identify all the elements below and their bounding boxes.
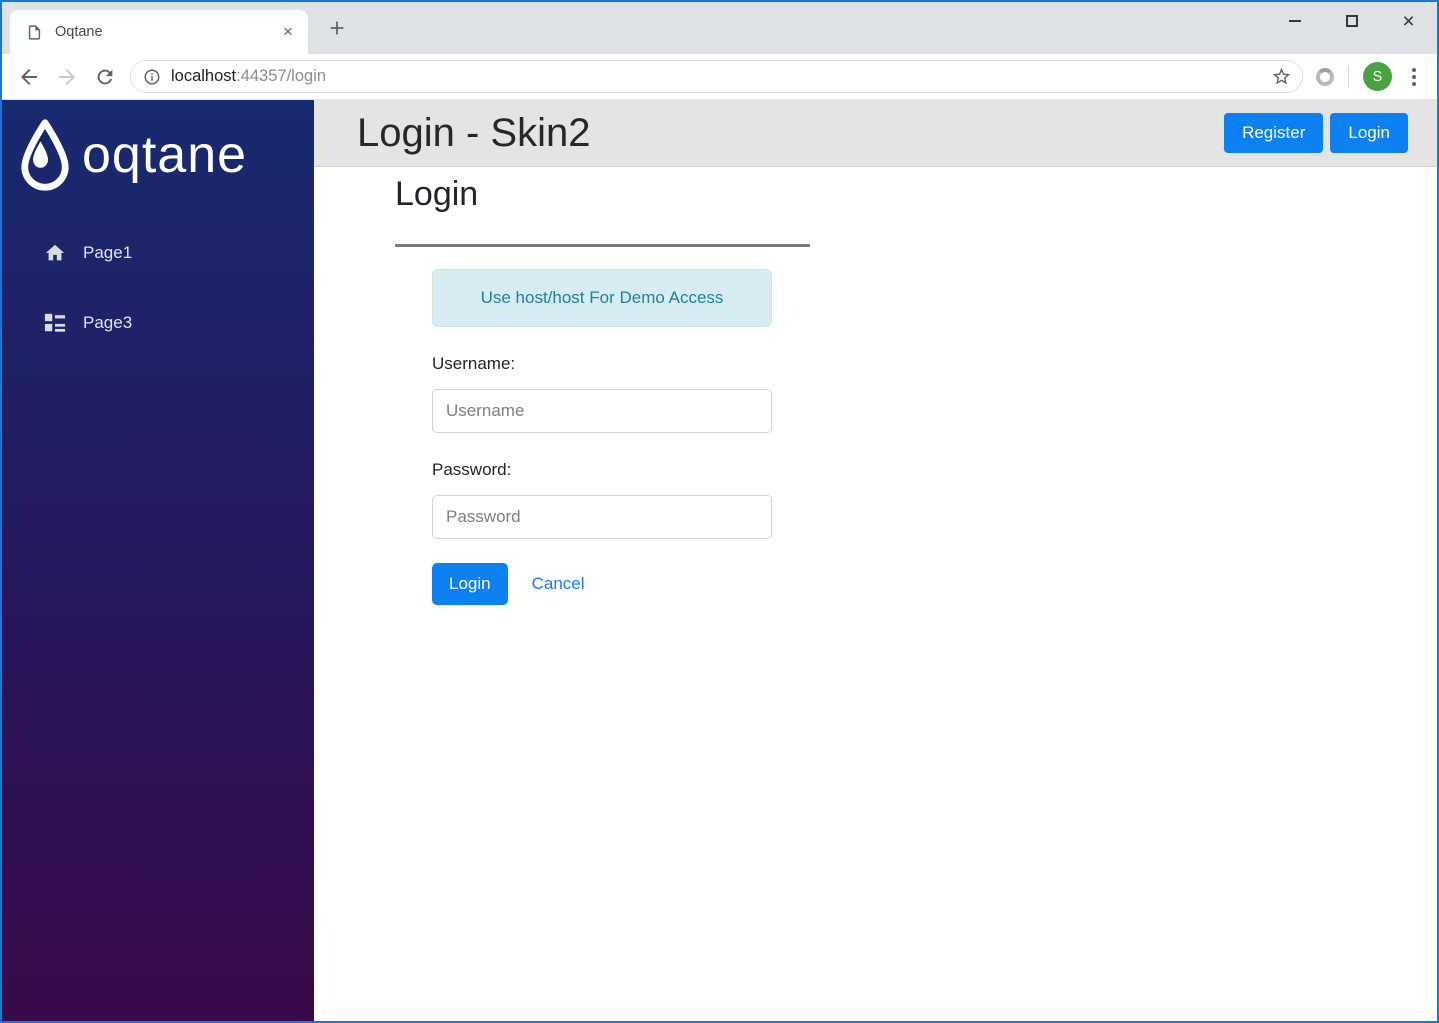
module-heading: Login — [395, 175, 479, 213]
register-button[interactable]: Register — [1224, 113, 1324, 153]
form-actions: Login Cancel — [432, 563, 772, 605]
back-icon — [21, 68, 37, 85]
minimize-icon — [1288, 20, 1301, 22]
password-input[interactable] — [432, 495, 772, 539]
maximize-button[interactable] — [1323, 2, 1380, 40]
bookmark-star-icon[interactable] — [1271, 66, 1292, 87]
password-label: Password: — [432, 460, 512, 479]
browser-tab[interactable]: Oqtane × — [10, 10, 308, 54]
browser-window: Oqtane × × localhost:44357/login S oqtan… — [0, 0, 1439, 1023]
sidebar-item-page3[interactable]: Page3 — [18, 306, 314, 340]
page-title: Login - Skin2 — [357, 110, 591, 155]
maximize-icon — [1345, 15, 1358, 27]
sidebar: oqtane Page1 Page3 — [2, 100, 314, 1021]
extension-icon — [1316, 67, 1334, 86]
heading-divider — [395, 244, 810, 247]
forward-icon — [59, 68, 75, 85]
logo-text: oqtane — [82, 126, 248, 184]
page-header: Login - Skin2 Register Login — [314, 100, 1437, 167]
cancel-link[interactable]: Cancel — [532, 574, 585, 594]
sidebar-nav: Page1 Page3 — [18, 236, 314, 340]
username-input[interactable] — [432, 389, 772, 433]
forward-button[interactable] — [48, 58, 86, 96]
toolbar-divider — [1348, 65, 1349, 88]
tab-close-icon[interactable]: × — [276, 20, 300, 44]
demo-access-alert: Use host/host For Demo Access — [432, 269, 772, 327]
url-host: localhost — [171, 67, 237, 85]
username-label: Username: — [432, 354, 516, 373]
new-tab-button[interactable] — [322, 13, 352, 43]
login-submit-button[interactable]: Login — [432, 563, 508, 605]
url-text: localhost:44357/login — [171, 67, 1271, 86]
extension-button[interactable] — [1309, 58, 1341, 96]
reload-icon — [97, 69, 113, 84]
browser-menu-button[interactable] — [1399, 58, 1429, 96]
main-area: oqtane Page1 Page3 Login - Skin2 Registe… — [2, 100, 1437, 1021]
list-icon — [44, 313, 66, 332]
login-module: Login Use host/host For Demo Access User… — [314, 167, 1437, 605]
sidebar-item-label: Page3 — [83, 313, 133, 332]
login-form: Use host/host For Demo Access Username: … — [432, 269, 772, 605]
window-controls: × — [1266, 2, 1437, 40]
reload-button[interactable] — [86, 58, 124, 96]
home-icon — [45, 244, 65, 261]
tab-title: Oqtane — [55, 24, 103, 40]
back-button[interactable] — [10, 58, 48, 96]
sidebar-item-page1[interactable]: Page1 — [18, 236, 314, 270]
close-window-button[interactable]: × — [1380, 2, 1437, 40]
document-icon — [26, 24, 43, 41]
oqtane-logo: oqtane — [18, 114, 314, 196]
droplet-icon — [21, 119, 69, 191]
avatar-letter: S — [1372, 68, 1383, 85]
tab-strip: Oqtane × × — [2, 2, 1437, 54]
minimize-button[interactable] — [1266, 2, 1323, 40]
kebab-menu-icon — [1412, 67, 1416, 86]
close-icon: × — [1402, 9, 1415, 33]
url-path: :44357/login — [236, 67, 327, 85]
content-pane: Login - Skin2 Register Login Login Use h… — [314, 100, 1437, 1021]
browser-toolbar: localhost:44357/login S — [2, 54, 1437, 100]
profile-avatar[interactable]: S — [1363, 62, 1392, 91]
address-bar[interactable]: localhost:44357/login — [130, 60, 1303, 93]
sidebar-item-label: Page1 — [83, 243, 133, 262]
header-login-button[interactable]: Login — [1330, 113, 1408, 153]
info-icon[interactable] — [143, 68, 161, 86]
